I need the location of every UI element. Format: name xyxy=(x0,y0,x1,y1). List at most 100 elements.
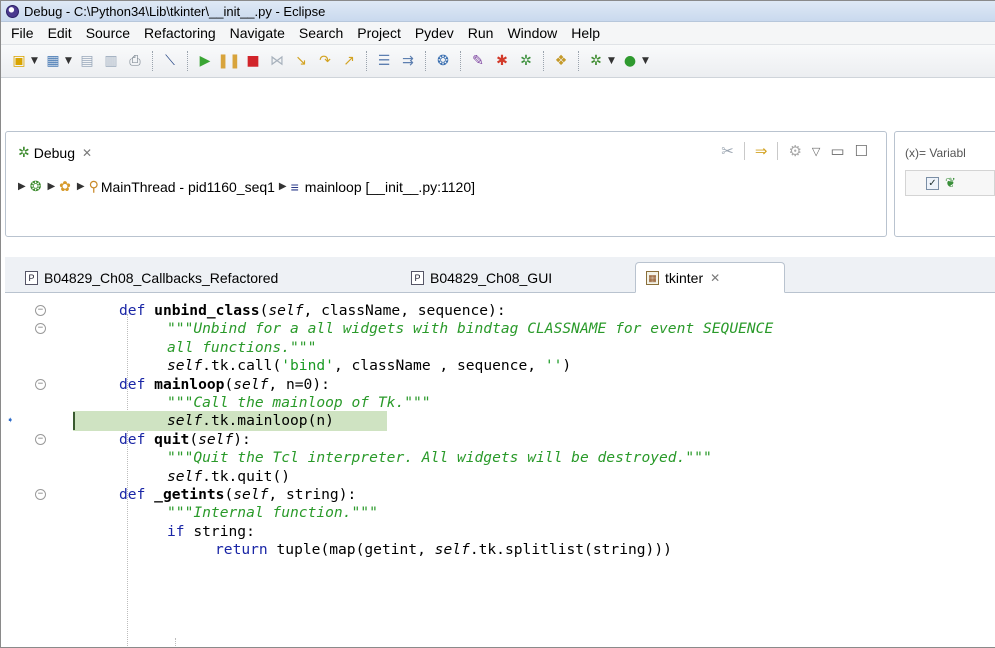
drop-to-frame-icon[interactable]: ☰ xyxy=(373,50,395,72)
pydev-pen-icon[interactable]: ✎ xyxy=(467,50,489,72)
fold-collapse-icon[interactable]: − xyxy=(35,489,46,500)
menu-help[interactable]: Help xyxy=(564,22,607,44)
debug-target-icon[interactable]: ❂ xyxy=(30,178,42,195)
chevron-right-icon[interactable]: ▶ xyxy=(279,181,287,192)
variables-view-tab[interactable]: (x)= Variabl xyxy=(905,146,966,160)
menu-window[interactable]: Window xyxy=(500,22,564,44)
menu-pydev[interactable]: Pydev xyxy=(408,22,461,44)
toolbar-separator xyxy=(366,51,367,71)
step-over-icon[interactable]: ↷ xyxy=(314,50,336,72)
code-line: """Internal function.""" xyxy=(167,504,378,521)
view-menu-icon[interactable]: ▽ xyxy=(812,145,820,158)
code-token: self xyxy=(167,467,203,485)
save-all-icon[interactable]: ▥ xyxy=(100,50,122,72)
stack-frame-icon[interactable]: ≡ xyxy=(291,179,299,195)
title-bar: Debug - C:\Python34\Lib\tkinter\__init__… xyxy=(1,1,995,22)
remove-terminated-icon[interactable]: ✂ xyxy=(721,142,734,160)
pydev-star-icon[interactable]: ✱ xyxy=(491,50,513,72)
use-step-filters-icon[interactable]: ⇉ xyxy=(397,50,419,72)
save-icon[interactable]: ▤ xyxy=(76,50,98,72)
code-line: return tuple(map(getint, self.tk.splitli… xyxy=(215,541,672,558)
debug-view-tab[interactable]: ✲ Debug ✕ xyxy=(18,144,92,161)
print-icon[interactable]: ⎙ xyxy=(124,50,146,72)
chevron-right-icon[interactable]: ▶ xyxy=(77,181,85,192)
code-token: ( xyxy=(224,375,234,393)
tab-tkinter[interactable]: ▦ tkinter ✕ xyxy=(635,262,785,293)
code-token: return xyxy=(215,541,277,559)
menu-refactoring[interactable]: Refactoring xyxy=(137,22,223,44)
minimize-icon[interactable]: ▭ xyxy=(830,142,844,160)
code-token: quit xyxy=(154,430,190,448)
tab-label: B04829_Ch08_Callbacks_Refactored xyxy=(44,269,279,286)
code-line: def mainloop(self, n=0): xyxy=(119,376,330,393)
open-perspective-icon[interactable]: ❖ xyxy=(550,50,572,72)
fold-collapse-icon[interactable]: − xyxy=(35,323,46,335)
toolbar-separator xyxy=(152,51,153,71)
menu-project[interactable]: Project xyxy=(350,22,408,44)
code-token: , className, sequence): xyxy=(303,302,506,319)
code-token: """Call the mainloop of Tk.""" xyxy=(167,394,431,411)
fold-collapse-icon[interactable]: − xyxy=(35,378,46,390)
debug-bug-icon[interactable]: ✲ xyxy=(585,50,607,72)
tab-label: B04829_Ch08_GUI xyxy=(430,269,553,286)
tab-gui[interactable]: P B04829_Ch08_GUI xyxy=(401,262,562,293)
breadcrumb-thread[interactable]: MainThread - pid1160_seq1 xyxy=(101,179,275,195)
debug-sparkle-icon[interactable]: ✲ xyxy=(515,50,537,72)
pin-icon[interactable]: ❦ xyxy=(945,176,956,191)
code-token: self xyxy=(233,486,269,503)
code-editor[interactable]: − def unbind_class(self, className, seque… xyxy=(5,294,995,647)
variables-toolbar: ✓ ❦ xyxy=(905,170,995,196)
thread-icon[interactable]: ⚲ xyxy=(89,178,99,195)
code-line: def quit(self): xyxy=(119,431,251,448)
code-token: self xyxy=(434,541,470,559)
code-token: ): xyxy=(233,430,251,448)
chevron-right-icon[interactable]: ▶ xyxy=(47,181,55,192)
toolbar-separator xyxy=(460,51,461,71)
python-icon[interactable]: ❂ xyxy=(432,50,454,72)
code-token: _getints xyxy=(154,486,225,503)
fold-collapse-icon[interactable]: − xyxy=(35,305,46,316)
instruction-pointer-icon: ➧ xyxy=(7,414,14,428)
close-icon[interactable]: ✕ xyxy=(82,146,92,160)
breadcrumb: ▶ ❂ ▶ ✿ ▶ ⚲ MainThread - pid1160_seq1 ▶ … xyxy=(14,178,475,195)
process-icon[interactable]: ✿ xyxy=(59,178,71,195)
threads-icon[interactable]: ⚙ xyxy=(788,142,801,160)
close-icon[interactable]: ✕ xyxy=(710,271,720,285)
toolbar-separator xyxy=(187,51,188,71)
disconnect-icon[interactable]: ⋈ xyxy=(266,50,288,72)
menu-source[interactable]: Source xyxy=(79,22,137,44)
code-line: """Call the mainloop of Tk.""" xyxy=(167,394,431,411)
step-return-icon[interactable]: ↗ xyxy=(338,50,360,72)
run-icon[interactable]: ● xyxy=(619,50,641,72)
menu-navigate[interactable]: Navigate xyxy=(223,22,292,44)
variables-view: (x)= Variabl ✓ ❦ xyxy=(894,131,995,237)
new-module-icon[interactable]: ▦ xyxy=(42,50,64,72)
chevron-down-icon[interactable]: ▼ xyxy=(65,56,75,66)
code-token: def xyxy=(119,486,155,503)
toolbar-separator xyxy=(425,51,426,71)
breadcrumb-frame[interactable]: mainloop [__init__.py:1120] xyxy=(305,179,475,195)
menu-run[interactable]: Run xyxy=(461,22,501,44)
menu-file[interactable]: File xyxy=(4,22,41,44)
resume-icon[interactable]: ▶ xyxy=(194,50,216,72)
tab-callbacks-refactored[interactable]: P B04829_Ch08_Callbacks_Refactored xyxy=(15,262,288,293)
menu-edit[interactable]: Edit xyxy=(41,22,79,44)
indent-guide xyxy=(175,638,176,647)
terminate-icon[interactable]: ■ xyxy=(242,50,264,72)
suspend-icon[interactable]: ❚❚ xyxy=(217,50,240,72)
chevron-right-icon[interactable]: ▶ xyxy=(18,181,26,192)
chevron-down-icon[interactable]: ▼ xyxy=(608,56,618,66)
code-line: self.tk.mainloop(n) xyxy=(167,412,334,429)
menu-search[interactable]: Search xyxy=(292,22,350,44)
fold-collapse-icon[interactable]: − xyxy=(35,433,46,445)
maximize-icon[interactable]: ☐ xyxy=(855,142,868,160)
chevron-down-icon[interactable]: ▼ xyxy=(642,56,652,66)
toolbar-separator xyxy=(578,51,579,71)
debug-tab-label: Debug xyxy=(33,144,75,161)
new-file-icon[interactable]: ▣ xyxy=(8,50,30,72)
step-into-icon[interactable]: ↘ xyxy=(290,50,312,72)
skip-breakpoints-icon[interactable]: ⟍ xyxy=(159,50,181,72)
chevron-down-icon[interactable]: ▼ xyxy=(31,56,41,66)
link-arrow-icon[interactable]: ⇒ xyxy=(755,142,768,160)
checkbox-icon[interactable]: ✓ xyxy=(926,176,939,190)
